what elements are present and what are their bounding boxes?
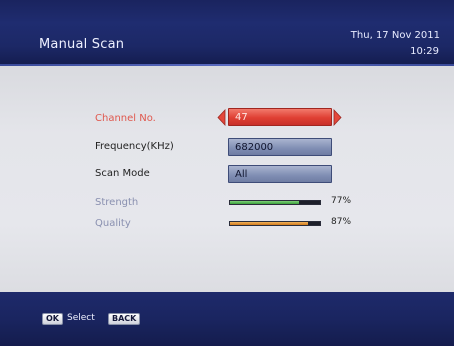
quality-percent: 87%	[331, 217, 352, 227]
chevron-right-icon[interactable]	[333, 109, 344, 126]
time-label: 10:29	[410, 46, 439, 57]
strength-meter	[229, 200, 321, 205]
chevron-left-icon[interactable]	[215, 109, 226, 126]
channel-selector[interactable]: 47	[228, 108, 332, 126]
channel-label: Channel No.	[95, 113, 156, 124]
select-hint: Select	[67, 313, 95, 323]
header-bar: Manual Scan Thu, 17 Nov 2011 10:29	[0, 0, 454, 66]
quality-meter	[229, 221, 321, 226]
scan-mode-label: Scan Mode	[95, 168, 150, 179]
quality-meter-fill	[230, 222, 309, 225]
ok-key-button[interactable]: OK	[42, 313, 63, 325]
scan-mode-selector[interactable]: All	[228, 165, 332, 183]
quality-label: Quality	[95, 218, 131, 229]
date-label: Thu, 17 Nov 2011	[350, 30, 440, 41]
back-key-button[interactable]: BACK	[108, 313, 141, 325]
strength-label: Strength	[95, 197, 139, 208]
strength-meter-fill	[230, 201, 300, 204]
frequency-label: Frequency(KHz)	[95, 141, 174, 152]
strength-percent: 77%	[331, 196, 352, 206]
settings-panel	[0, 66, 454, 292]
tv-screen: Manual Scan Thu, 17 Nov 2011 10:29 Chann…	[0, 0, 454, 346]
page-title: Manual Scan	[39, 37, 125, 52]
frequency-field[interactable]: 682000	[228, 138, 332, 156]
